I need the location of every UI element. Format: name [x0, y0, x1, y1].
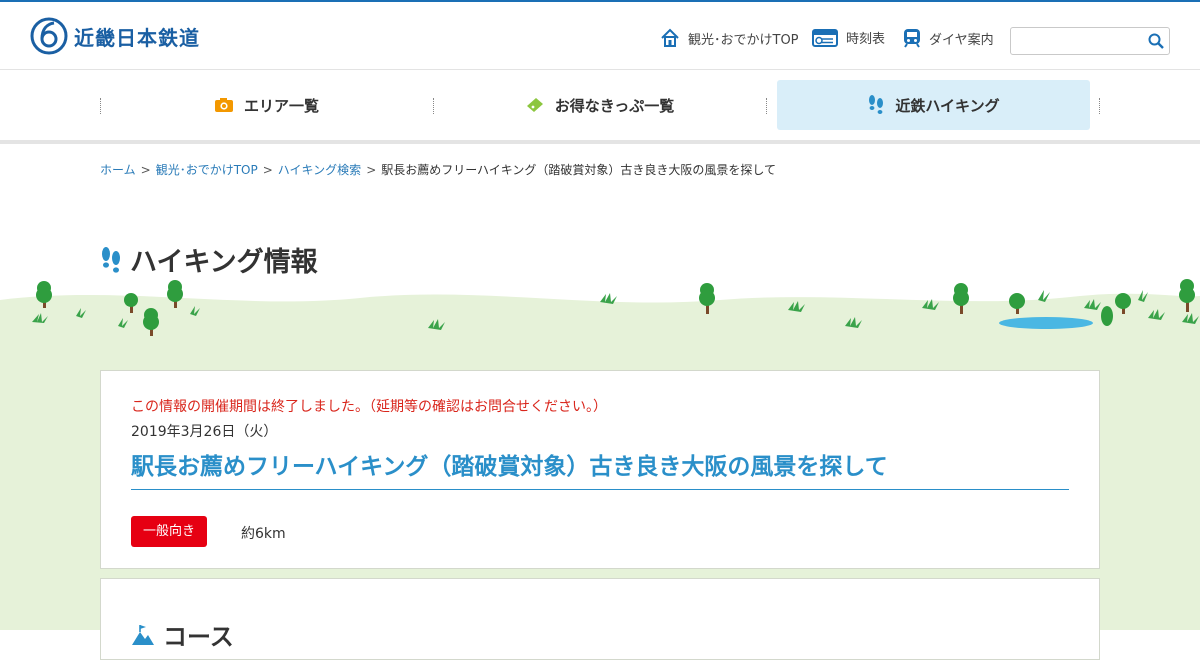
kintetsu-logo-mark-icon	[30, 17, 68, 55]
event-date: 2019年3月26日（火）	[131, 424, 278, 440]
kintetsu-logo[interactable]: 近畿日本鉄道	[30, 17, 200, 55]
nav-baseline	[0, 140, 1200, 144]
nav-discount-tickets-label: お得なきっぷ一覧	[554, 96, 675, 115]
course-card: コース	[100, 578, 1100, 660]
search-icon[interactable]	[1147, 32, 1165, 50]
train-icon	[904, 29, 920, 48]
breadcrumb: ホーム > 観光･おでかけTOP > ハイキング検索 > 駅長お薦めフリーハイキング（踏破賞…	[100, 161, 776, 178]
nav-area-list-label: エリア一覧	[243, 96, 319, 115]
camera-icon	[214, 98, 233, 112]
logo-text: 近畿日本鉄道	[74, 25, 200, 50]
ticket-icon	[526, 98, 543, 112]
global-nav: エリア一覧 お得なきっぷ一覧 近鉄ハイキング	[100, 80, 1100, 144]
link-sightseeing-top[interactable]: 観光･おでかけTOP	[660, 28, 799, 48]
event-ended-notice: この情報の開催期間は終了しました。（延期等の確認はお問合せください。）	[131, 399, 607, 415]
home-icon	[661, 28, 679, 47]
link-timetable-label: 時刻表	[846, 32, 886, 47]
footprints-icon	[869, 95, 884, 114]
pond	[999, 317, 1093, 329]
breadcrumb-separator: >	[366, 163, 377, 177]
level-badge: 一般向き	[131, 516, 207, 547]
course-heading: コース	[131, 617, 234, 652]
nav-kintetsu-hiking[interactable]: 近鉄ハイキング	[777, 80, 1090, 130]
nav-divider	[1099, 98, 1100, 114]
breadcrumb-home[interactable]: ホーム	[100, 163, 136, 177]
course-heading-text: コース	[163, 623, 234, 651]
link-sightseeing-top-label: 観光･おでかけTOP	[688, 32, 799, 48]
breadcrumb-hiking-search[interactable]: ハイキング検索	[278, 163, 361, 177]
link-diagram-guide[interactable]: ダイヤ案内	[903, 28, 994, 48]
tree-icon	[1101, 306, 1113, 326]
link-timetable[interactable]: 時刻表	[812, 28, 885, 47]
nav-discount-tickets[interactable]: お得なきっぷ一覧	[433, 80, 766, 130]
event-title: 駅長お薦めフリーハイキング（踏破賞対象）古き良き大阪の風景を探して	[131, 447, 1069, 490]
search-box	[1010, 27, 1170, 55]
link-diagram-guide-label: ダイヤ案内	[929, 32, 994, 48]
breadcrumb-separator: >	[262, 163, 273, 177]
timetable-icon	[812, 28, 838, 47]
event-info-card: この情報の開催期間は終了しました。（延期等の確認はお問合せください。） 2019…	[100, 370, 1100, 569]
nav-kintetsu-hiking-label: 近鉄ハイキング	[895, 96, 1000, 115]
page-title: ハイキング情報	[100, 240, 318, 279]
search-input[interactable]	[1015, 31, 1143, 51]
footprints-icon	[102, 246, 120, 273]
breadcrumb-separator: >	[140, 163, 151, 177]
mountain-flag-icon	[132, 624, 154, 645]
event-distance: 約6km	[241, 526, 286, 542]
breadcrumb-sightseeing-top[interactable]: 観光･おでかけTOP	[156, 163, 258, 177]
nav-area-list[interactable]: エリア一覧	[100, 80, 433, 130]
breadcrumb-current: 駅長お薦めフリーハイキング（踏破賞対象）古き良き大阪の風景を探して	[381, 163, 777, 177]
site-header: 近畿日本鉄道 観光･おでかけTOP 時刻表 ダイヤ案内	[0, 2, 1200, 70]
page-title-text: ハイキング情報	[130, 247, 318, 278]
nav-divider	[766, 98, 767, 114]
